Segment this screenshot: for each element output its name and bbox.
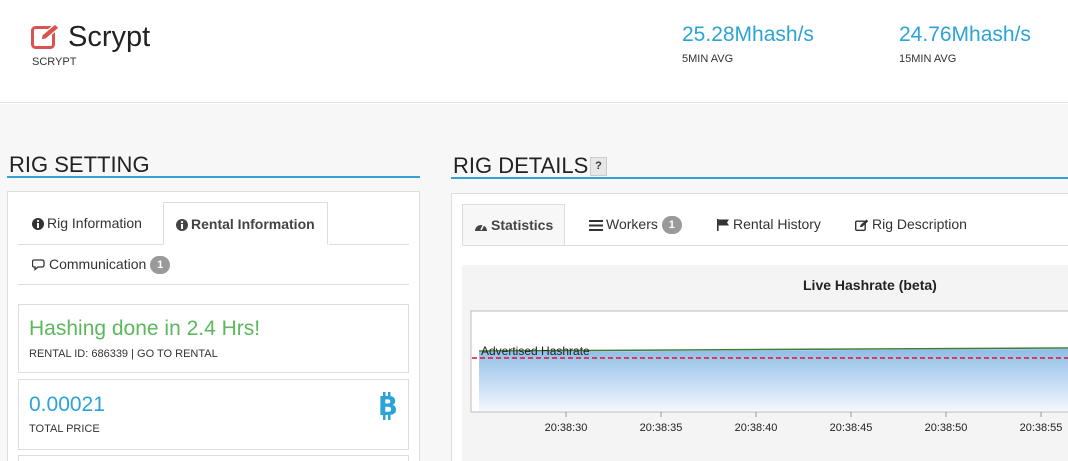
hashrate-15min: 24.76Mhash/s 15MIN AVG — [899, 22, 1031, 65]
tab-statistics-label: Statistics — [491, 217, 554, 233]
hashing-done-text: Hashing done in 2.4 Hrs! — [29, 317, 261, 340]
algorithm-subtitle: SCRYPT — [32, 56, 77, 68]
communication-count-badge: 1 — [150, 256, 171, 274]
hashrate-5min-value: 25.28Mhash/s — [682, 23, 814, 46]
x-tick-label: 20:38:40 — [735, 422, 778, 434]
edit-icon — [855, 219, 869, 231]
workers-count-badge: 1 — [661, 216, 682, 234]
tab-divider — [329, 244, 409, 245]
tab-divider — [18, 284, 409, 285]
tab-communication[interactable]: Communication 1 — [20, 243, 182, 285]
tab-rig-description[interactable]: Rig Description — [844, 204, 978, 246]
rig-setting-underline — [7, 176, 420, 178]
advertised-hashrate-label: Advertised Hashrate — [481, 344, 590, 358]
tab-communication-label: Communication — [49, 256, 147, 272]
tab-rental-history[interactable]: Rental History — [706, 204, 832, 246]
tab-statistics[interactable]: Statistics — [462, 204, 566, 246]
hashrate-5min: 25.28Mhash/s 5MIN AVG — [682, 22, 814, 65]
total-price-box: 0.00021 TOTAL PRICE B — [18, 379, 409, 450]
flag-icon — [717, 219, 729, 231]
x-tick-label: 20:38:30 — [545, 422, 588, 434]
tab-rig-information-label: Rig Information — [47, 215, 142, 231]
total-price-label: TOTAL PRICE — [29, 423, 100, 435]
rental-status-box: Hashing done in 2.4 Hrs! RENTAL ID: 6863… — [18, 304, 409, 373]
x-tick-label: 20:38:35 — [640, 422, 683, 434]
tab-rental-information-label: Rental Information — [191, 216, 315, 232]
info-circle-icon — [176, 219, 188, 231]
bitcoin-icon: B — [378, 392, 398, 428]
tab-rig-description-label: Rig Description — [872, 216, 967, 232]
tab-rental-history-label: Rental History — [733, 216, 821, 232]
list-icon — [589, 220, 603, 231]
rig-details-help-button[interactable]: ? — [590, 157, 607, 176]
live-hashrate-chart: 20:38:30 20:38:35 20:38:40 20:38:45 20:38:50… — [470, 310, 1068, 434]
tab-divider — [462, 245, 1068, 246]
info-circle-icon — [32, 218, 44, 230]
rig-details-underline — [451, 177, 1068, 179]
tab-rental-information[interactable]: Rental Information — [163, 202, 328, 245]
edit-icon — [31, 23, 60, 49]
algorithm-title: Scrypt — [68, 21, 151, 53]
tab-workers-label: Workers — [606, 216, 658, 232]
rig-details-title: RIG DETAILS — [453, 153, 589, 178]
total-price-value: 0.00021 — [29, 393, 105, 416]
tab-rig-information[interactable]: Rig Information — [20, 202, 154, 244]
dashboard-icon — [475, 223, 487, 231]
hashrate-15min-value: 24.76Mhash/s — [899, 23, 1031, 46]
comments-icon — [32, 259, 45, 271]
x-tick-label: 20:38:50 — [925, 422, 968, 434]
x-tick-label: 20:38:55 — [1020, 422, 1063, 434]
x-tick-label: 20:38:45 — [830, 422, 873, 434]
hashrate-15min-label: 15MIN AVG — [899, 53, 957, 65]
rental-id-text: RENTAL ID: 686339 | — [29, 348, 138, 360]
info-box — [18, 455, 409, 461]
rig-setting-title: RIG SETTING — [9, 152, 150, 177]
tab-workers[interactable]: Workers 1 — [578, 204, 693, 246]
svg-text:B: B — [378, 392, 398, 420]
rental-id-line: RENTAL ID: 686339 | GO TO RENTAL — [29, 348, 218, 360]
go-to-rental-link[interactable]: GO TO RENTAL — [137, 348, 218, 360]
hashrate-5min-label: 5MIN AVG — [682, 53, 734, 65]
page-header: Scrypt SCRYPT 25.28Mhash/s 5MIN AVG 24.7… — [0, 0, 1068, 103]
